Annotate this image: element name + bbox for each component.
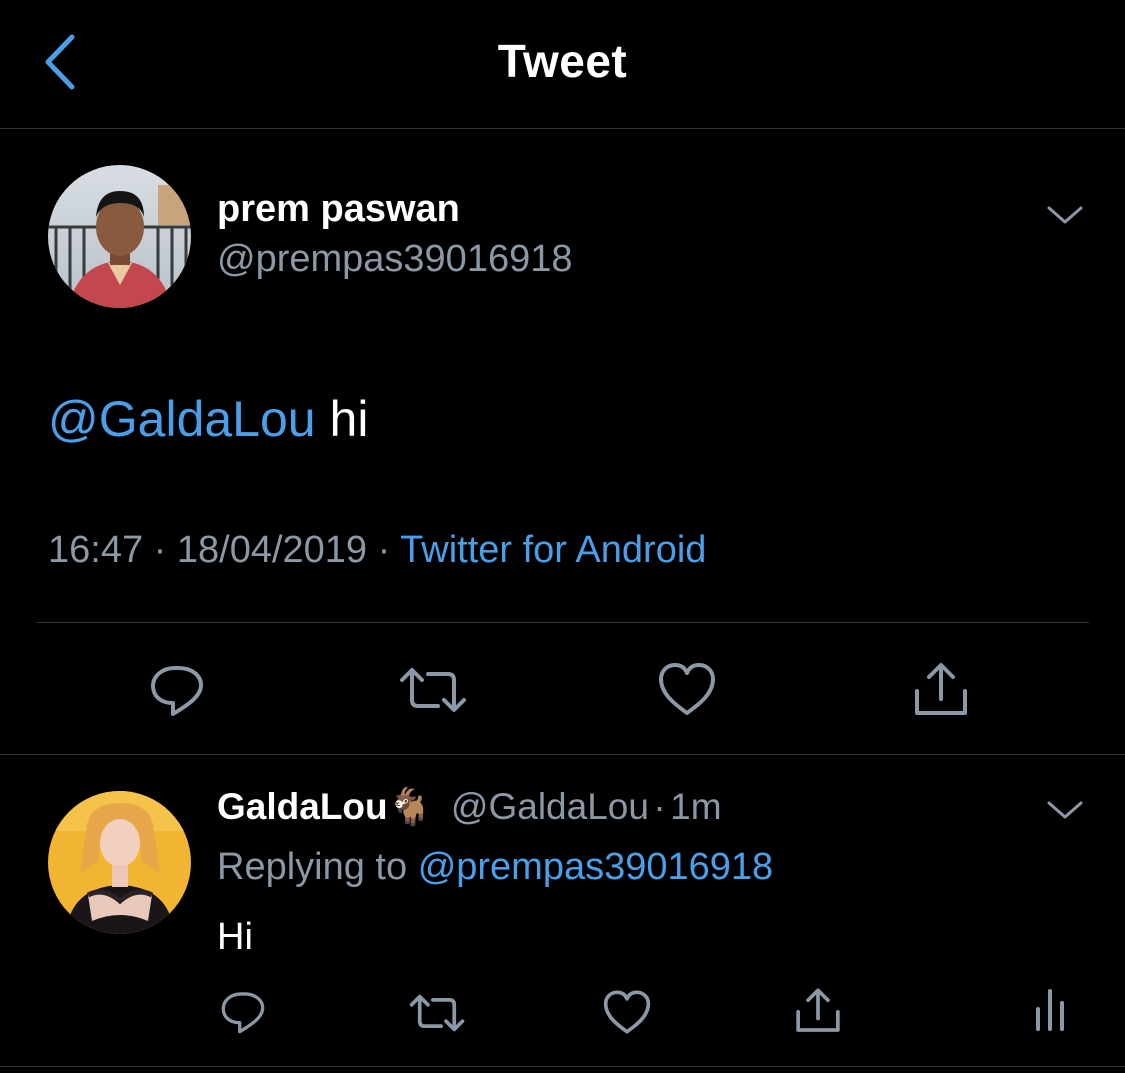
like-button[interactable] [656, 660, 718, 718]
reply-retweet-button[interactable] [408, 990, 466, 1036]
replying-handle-link[interactable]: @prempas39016918 [418, 846, 774, 888]
retweet-icon [409, 994, 465, 1032]
reply-options-button[interactable] [1045, 795, 1085, 825]
meta-divider [36, 622, 1089, 623]
tweet-meta: 16:47 · 18/04/2019 · Twitter for Android [48, 529, 706, 572]
page-title: Tweet [497, 35, 628, 87]
reply-avatar[interactable] [48, 791, 191, 934]
header-divider [0, 128, 1125, 129]
reply-display-name[interactable]: GaldaLou [217, 786, 388, 827]
share-button[interactable] [910, 660, 972, 720]
tweet-time: 16:47 [48, 529, 144, 571]
tweet-divider [0, 754, 1125, 755]
reply-separator: · [653, 786, 666, 827]
tweet-date: 18/04/2019 [176, 529, 368, 571]
share-icon [915, 663, 967, 715]
reply-analytics-button[interactable] [1028, 986, 1072, 1034]
bottom-divider [0, 1066, 1125, 1067]
display-name[interactable]: prem paswan [217, 188, 460, 231]
reply-share-button[interactable] [793, 986, 843, 1036]
reply-icon [221, 992, 265, 1034]
reply-header: GaldaLou🐐 @GaldaLou · 1m [217, 786, 722, 828]
goat-emoji: 🐐 [387, 786, 433, 827]
replying-prefix: Replying to [217, 846, 408, 888]
retweet-button[interactable] [398, 662, 468, 718]
reply-time: 1m [670, 786, 722, 827]
share-icon [796, 988, 840, 1032]
tweet-text: @GaldaLou hi [48, 390, 368, 448]
retweet-icon [400, 668, 466, 712]
chevron-down-icon [1047, 206, 1083, 224]
user-handle[interactable]: @prempas39016918 [217, 238, 573, 281]
analytics-icon [1036, 989, 1064, 1031]
tweet-body: hi [329, 391, 369, 447]
chevron-down-icon [1047, 801, 1083, 819]
reply-text: Hi [217, 916, 253, 958]
reply-like-button[interactable] [602, 988, 652, 1036]
reply-handle[interactable]: @GaldaLou [451, 786, 649, 827]
reply-button[interactable] [146, 660, 208, 720]
reply-reply-button[interactable] [218, 988, 268, 1036]
reply-icon [151, 666, 203, 716]
avatar[interactable] [48, 165, 191, 308]
replying-to: Replying to @prempas39016918 [217, 846, 773, 889]
like-icon [603, 990, 651, 1034]
profile-photo [48, 165, 191, 308]
tweet-source-link[interactable]: Twitter for Android [400, 529, 706, 571]
like-icon [659, 663, 715, 715]
mention-link[interactable]: @GaldaLou [48, 391, 316, 447]
tweet-options-button[interactable] [1045, 200, 1085, 230]
meta-separator: · [153, 529, 167, 571]
meta-separator: · [377, 529, 391, 571]
reply-profile-photo [48, 791, 191, 934]
